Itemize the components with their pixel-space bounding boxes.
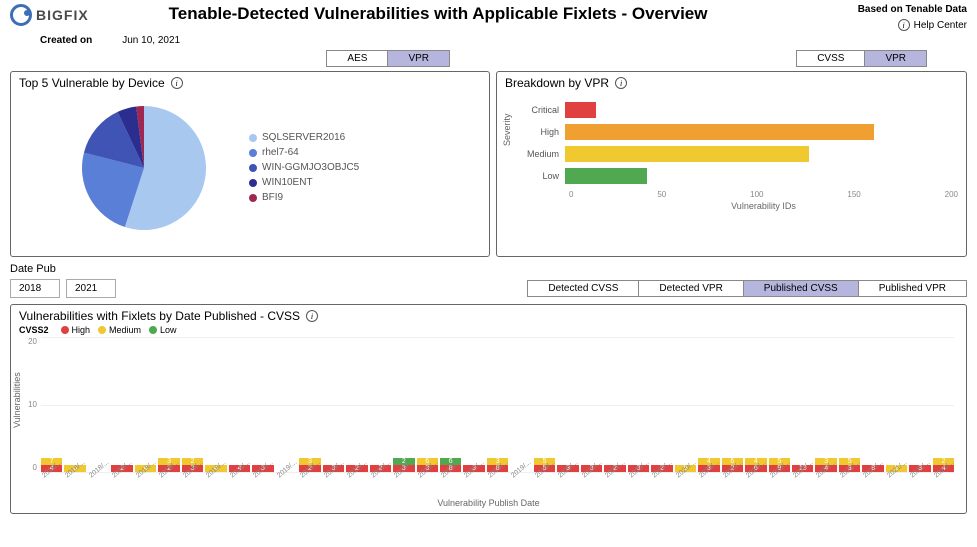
pie-legend: SQLSERVER2016 rhel7-64 WIN-GGMJO3OBJC5 WIN1… xyxy=(249,128,359,207)
hbar-row: High xyxy=(517,124,956,140)
stacked-panel-title: Vulnerabilities with Fixlets by Date Pub… xyxy=(19,309,300,323)
y-tick-label: 0 xyxy=(23,463,37,472)
pie-panel-title: Top 5 Vulnerable by Device xyxy=(19,76,165,90)
hbar-panel: Breakdown by VPR i Severity Critical High… xyxy=(496,71,967,257)
stacked-panel: Vulnerabilities with Fixlets by Date Pub… xyxy=(10,304,967,514)
toggle-aes[interactable]: AES xyxy=(327,51,387,66)
created-on-date: Jun 10, 2021 xyxy=(122,35,180,46)
based-on-label: Based on Tenable Data xyxy=(858,4,967,15)
legend-label: High xyxy=(72,325,91,335)
hbar-label: Critical xyxy=(517,105,565,115)
swatch-icon xyxy=(249,164,257,172)
hbar-xlabel: Vulnerability IDs xyxy=(569,201,958,211)
hbar-fill[interactable] xyxy=(565,168,647,184)
legend-item[interactable]: Medium xyxy=(98,325,141,335)
pie-panel: Top 5 Vulnerable by Device i SQLSERVER20… xyxy=(10,71,490,257)
legend-label: Medium xyxy=(109,325,141,335)
hbar-row: Critical xyxy=(517,102,956,118)
legend-item[interactable]: SQLSERVER2016 xyxy=(249,132,359,143)
swatch-icon xyxy=(249,194,257,202)
axis-tick: 200 xyxy=(945,190,958,199)
legend-label: WIN-GGMJO3OBJC5 xyxy=(262,162,359,173)
stacked-legend: CVSS2 High Medium Low xyxy=(19,325,958,335)
logo-icon xyxy=(10,4,32,26)
legend-item[interactable]: WIN10ENT xyxy=(249,177,359,188)
pie-chart xyxy=(19,93,249,243)
date-to-input[interactable] xyxy=(66,279,116,298)
hbar-fill[interactable] xyxy=(565,124,874,140)
hbar-row: Low xyxy=(517,168,956,184)
toggle-detected-vpr[interactable]: Detected VPR xyxy=(638,281,742,296)
axis-tick: 0 xyxy=(569,190,573,199)
hbar-fill[interactable] xyxy=(565,102,596,118)
axis-tick: 150 xyxy=(847,190,860,199)
swatch-icon xyxy=(61,326,69,334)
swatch-icon xyxy=(249,134,257,142)
hbar-ylabel: Severity xyxy=(502,113,512,146)
legend-label: SQLSERVER2016 xyxy=(262,132,345,143)
info-icon[interactable]: i xyxy=(615,77,627,89)
hbar-label: Medium xyxy=(517,149,565,159)
swatch-icon xyxy=(249,179,257,187)
info-icon: i xyxy=(898,19,910,31)
page-title: Tenable-Detected Vulnerabilities with Ap… xyxy=(169,4,708,24)
hbar-fill[interactable] xyxy=(565,146,809,162)
y-tick-label: 10 xyxy=(23,400,37,409)
legend-item[interactable]: rhel7-64 xyxy=(249,147,359,158)
toggle-vpr-left[interactable]: VPR xyxy=(387,51,449,66)
scoring-toggle-left: AES VPR xyxy=(326,50,450,67)
logo-text: BIGFIX xyxy=(36,7,89,23)
legend-label: BFI9 xyxy=(262,192,283,203)
hbar-label: High xyxy=(517,127,565,137)
toggle-cvss[interactable]: CVSS xyxy=(797,51,864,66)
scoring-toggle-right: CVSS VPR xyxy=(796,50,927,67)
hbar-panel-title: Breakdown by VPR xyxy=(505,76,609,90)
toggle-detected-cvss[interactable]: Detected CVSS xyxy=(528,281,638,296)
legend-label: rhel7-64 xyxy=(262,147,299,158)
toggle-published-cvss[interactable]: Published CVSS xyxy=(743,281,858,296)
swatch-icon xyxy=(149,326,157,334)
info-icon[interactable]: i xyxy=(306,310,318,322)
published-toggle: Detected CVSS Detected VPR Published CVS… xyxy=(527,280,967,297)
hbar-axis: 0 50 100 150 200 xyxy=(569,190,958,199)
logo: BIGFIX xyxy=(10,4,89,26)
toggle-vpr-right[interactable]: VPR xyxy=(864,51,926,66)
stacked-xlabel: Vulnerability Publish Date xyxy=(19,498,958,508)
hbar-chart: Critical High Medium Low xyxy=(515,90,958,184)
axis-tick: 50 xyxy=(657,190,666,199)
stacked-ylabel: Vulnerabilities xyxy=(12,372,22,428)
legend-item[interactable]: Low xyxy=(149,325,177,335)
legend-label: WIN10ENT xyxy=(262,177,313,188)
legend-item[interactable]: High xyxy=(61,325,91,335)
legend-item[interactable]: BFI9 xyxy=(249,192,359,203)
swatch-icon xyxy=(98,326,106,334)
legend-item[interactable]: WIN-GGMJO3OBJC5 xyxy=(249,162,359,173)
help-center-link[interactable]: i Help Center xyxy=(858,19,967,31)
created-on-label: Created on xyxy=(40,35,92,46)
stacked-legend-title: CVSS2 xyxy=(19,325,49,335)
date-from-input[interactable] xyxy=(10,279,60,298)
help-center-label: Help Center xyxy=(914,20,967,31)
info-icon[interactable]: i xyxy=(171,77,183,89)
axis-tick: 100 xyxy=(750,190,763,199)
stacked-chart: 20100 4732423324432332232368638355332326… xyxy=(41,337,954,472)
hbar-row: Medium xyxy=(517,146,956,162)
toggle-published-vpr[interactable]: Published VPR xyxy=(858,281,966,296)
y-tick-label: 20 xyxy=(23,337,37,346)
hbar-label: Low xyxy=(517,171,565,181)
date-pub-label: Date Pub xyxy=(10,263,967,275)
swatch-icon xyxy=(249,149,257,157)
legend-label: Low xyxy=(160,325,177,335)
